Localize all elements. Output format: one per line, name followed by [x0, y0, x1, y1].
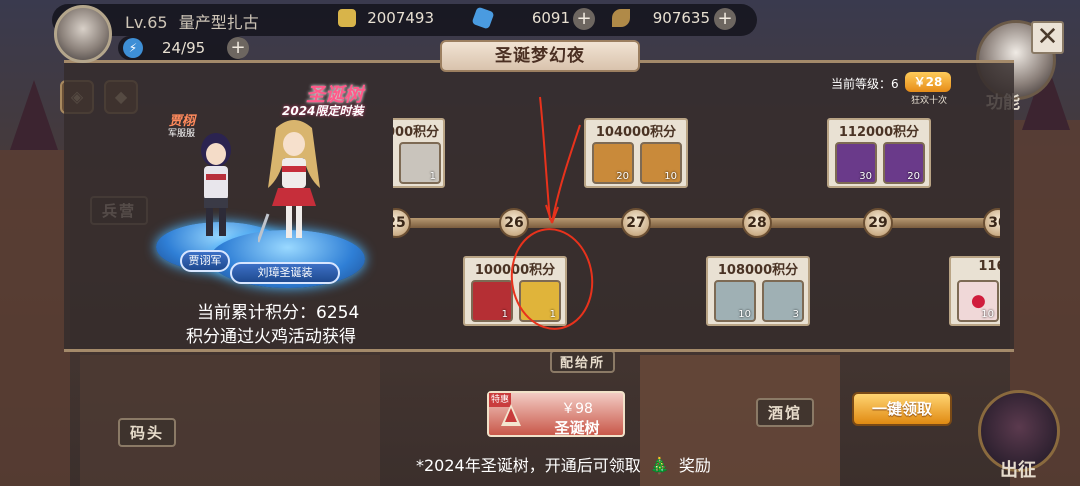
item-count: 10 [981, 309, 994, 320]
dock-button[interactable]: 码头 [118, 418, 177, 447]
stamina-value: 24/95 [162, 39, 206, 57]
costume-icon[interactable]: 1 [471, 280, 513, 322]
character-tag-sub: 军服服 [168, 129, 196, 139]
reward-card[interactable]: 100000积分 1 [393, 118, 445, 188]
reward-card-title: 112000积分 [838, 125, 920, 140]
player-level: Lv.65 [125, 13, 168, 32]
item-count: 3 [792, 309, 799, 320]
expedition-label[interactable]: 出征 [1000, 456, 1036, 482]
player-name: 量产型扎古 [178, 13, 259, 32]
stamina-plus-button[interactable]: + [227, 37, 249, 59]
lightning-icon: ⚡ [123, 38, 143, 58]
red-gem-icon[interactable]: ● 10 [957, 280, 999, 322]
reward-card-title: 11600 [978, 259, 1000, 274]
level-node-30[interactable]: 30 [983, 208, 1000, 238]
building-roof [10, 80, 58, 150]
reward-card-title: 104000积分 [595, 125, 677, 140]
character-liuzhang-sprite [258, 120, 320, 243]
building [0, 150, 70, 486]
item-count: 10 [664, 171, 677, 182]
level-price-sub: 狂欢十次 [911, 96, 948, 106]
player-level-name: Lv.65 量产型扎古 [125, 9, 259, 33]
panel-title: 圣诞梦幻夜 [440, 40, 640, 72]
item-count: 30 [859, 171, 872, 182]
tree-reward-icon: 🎄 [649, 456, 670, 475]
level-node-26[interactable]: 26 [499, 208, 529, 238]
level-node-29[interactable]: 29 [863, 208, 893, 238]
ticket-value: 6091 [531, 9, 570, 27]
tome-icon[interactable]: 20 [592, 142, 634, 184]
item-count: 1 [549, 309, 556, 320]
christmas-tree-icon [501, 404, 521, 426]
character-nameplate-jiaxu[interactable]: 贾诩军 [180, 250, 230, 272]
leaf-token-plus-button[interactable]: + [714, 8, 736, 30]
tome-icon[interactable]: 10 [640, 142, 682, 184]
christmas-tree-purchase-button[interactable]: 特惠 ￥98 圣诞树 [487, 391, 625, 437]
scroll-icon[interactable]: 1 [399, 142, 441, 184]
item-count: 1 [429, 171, 436, 182]
reward-card[interactable]: 100000积分 1 1 [463, 256, 567, 326]
footnote-reward: 奖励 [678, 456, 711, 475]
reward-card-title: 100000积分 [393, 125, 440, 140]
level-price-button[interactable]: ￥28 [905, 72, 951, 92]
track-line [393, 218, 1000, 228]
level-node-28[interactable]: 28 [742, 208, 772, 238]
player-avatar[interactable] [54, 5, 112, 63]
reward-card[interactable]: 108000积分 10 3 [706, 256, 810, 326]
reward-card-title: 100000积分 [474, 263, 556, 278]
red-gem-glyph: ● [971, 291, 986, 311]
close-button[interactable]: ✕ [1031, 21, 1064, 54]
reward-card[interactable]: 11600 ● 10 [949, 256, 1000, 326]
reward-card-title: 108000积分 [717, 263, 799, 278]
promo-subtitle: 2024限定时装 [282, 104, 364, 118]
current-level-label: 当前等级：6 [831, 77, 899, 91]
reward-track[interactable]: 25 26 27 28 29 30 100000积分 1 104000积分 20… [393, 110, 1000, 340]
character-nameplate-liuzhang[interactable]: 刘璋圣诞装 [230, 262, 340, 284]
supply-button[interactable]: 配给所 [550, 350, 616, 373]
gold-coin-icon [338, 9, 356, 27]
purple-orb-icon[interactable]: 20 [883, 142, 925, 184]
tavern-button[interactable]: 酒馆 [756, 398, 815, 427]
silver-chest-icon[interactable]: 10 [714, 280, 756, 322]
gift-price: ￥98 [561, 401, 593, 417]
footnote: *2024年圣诞树，开通后可领取 🎄 奖励 [416, 452, 711, 476]
silver-chest-icon[interactable]: 3 [762, 280, 804, 322]
character-jiaxu-sprite [201, 133, 231, 236]
item-count: 10 [738, 309, 751, 320]
item-count: 20 [616, 171, 629, 182]
leaf-token-icon [612, 9, 630, 27]
item-count: 20 [907, 171, 920, 182]
level-node-27[interactable]: 27 [621, 208, 651, 238]
claim-all-button[interactable]: 一键领取 [852, 392, 952, 426]
score-hint: 积分通过火鸡活动获得 [186, 327, 356, 347]
gift-chest-icon[interactable]: 1 [519, 280, 561, 322]
leaf-token-value: 907635 [652, 9, 710, 27]
gift-name: 圣诞树 [554, 419, 600, 437]
gold-value: 2007493 [367, 9, 434, 27]
item-count: 1 [501, 309, 508, 320]
current-score: 当前累计积分：6254 [197, 303, 360, 323]
reward-card[interactable]: 112000积分 30 20 [827, 118, 931, 188]
footnote-text: *2024年圣诞树，开通后可领取 [416, 456, 641, 475]
reward-card[interactable]: 104000积分 20 10 [584, 118, 688, 188]
ticket-plus-button[interactable]: + [573, 8, 595, 30]
purple-orb-icon[interactable]: 30 [835, 142, 877, 184]
level-node-25[interactable]: 25 [393, 208, 411, 238]
